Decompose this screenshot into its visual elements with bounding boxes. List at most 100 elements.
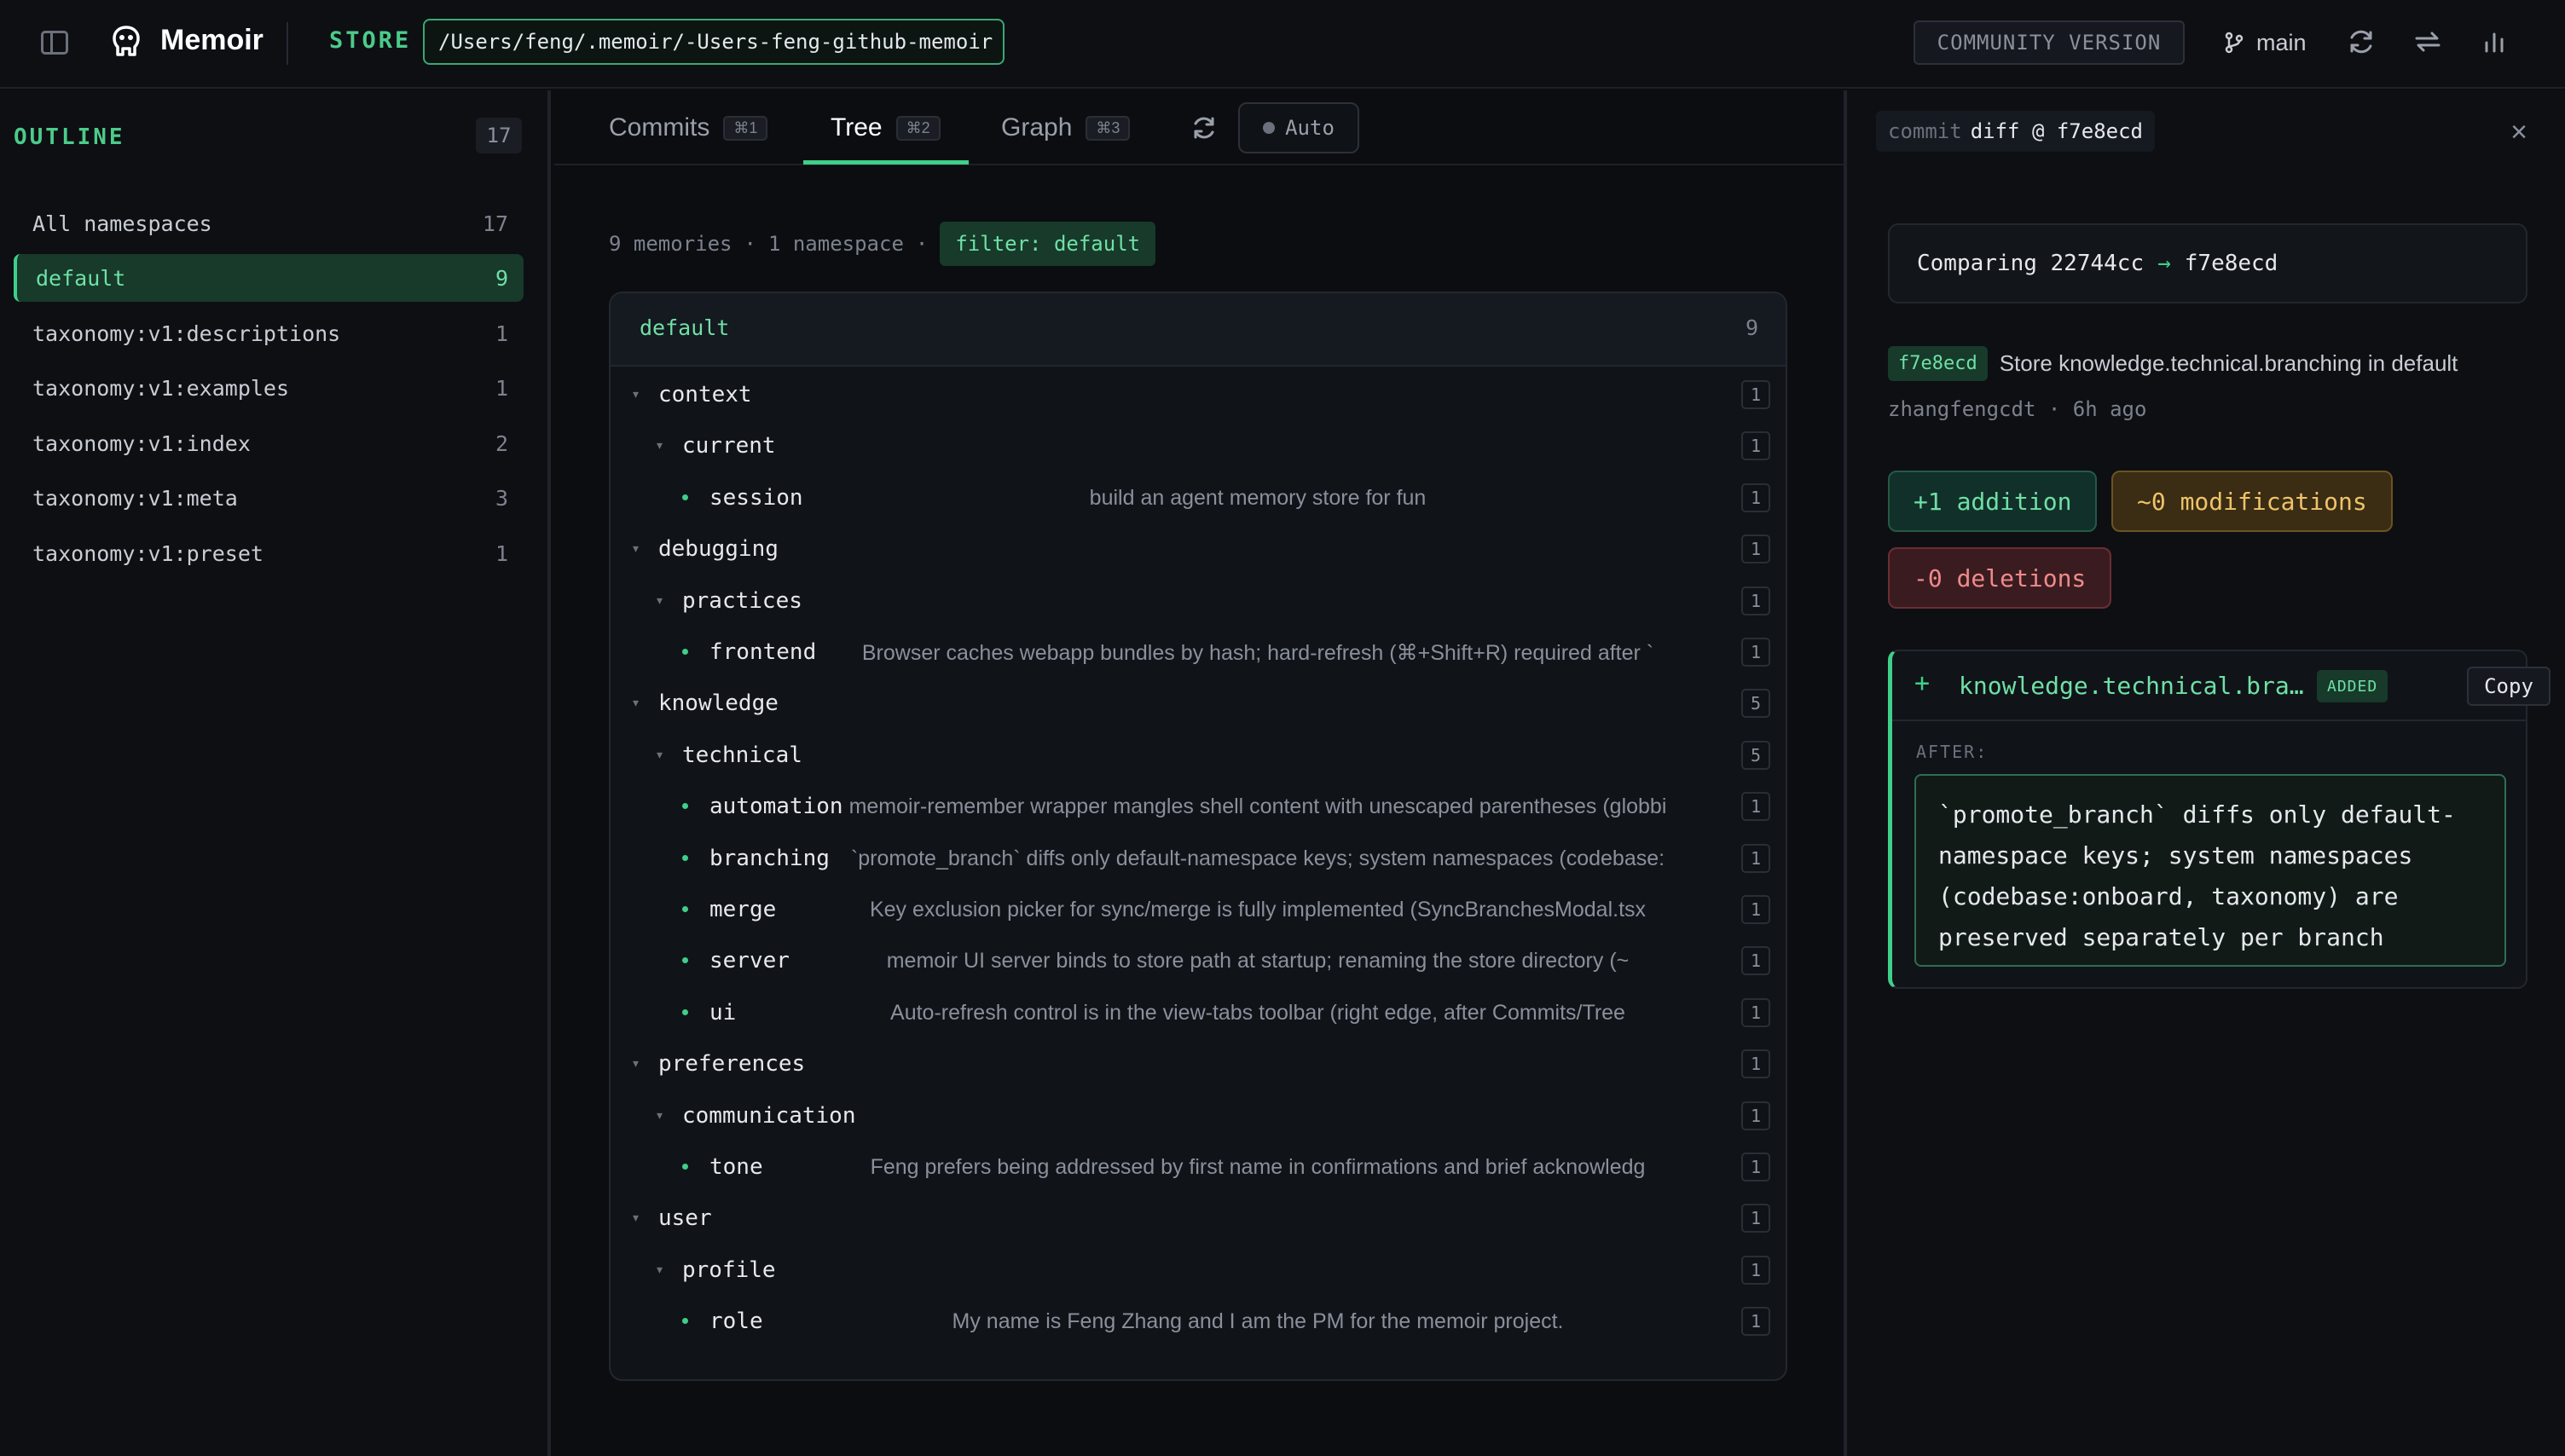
tree-header: default 9 [611, 293, 1786, 367]
change-key: knowledge.technical.branching [1959, 672, 2305, 700]
tree-row[interactable]: ▾ technical 5 [611, 729, 1786, 780]
after-value: `promote_branch` diffs only default-name… [1914, 774, 2506, 967]
chevron-down-icon[interactable]: ▾ [633, 387, 639, 402]
commit-meta: zhangfengcdt · 6h ago [1888, 397, 2147, 421]
tree-row[interactable]: ▾ practices 1 [611, 575, 1786, 626]
tree-node-count: 1 [1741, 946, 1770, 976]
modifications-badge: ~0 modifications [2111, 471, 2393, 532]
view-tabs: Commits ⌘1 Tree ⌘2 Graph ⌘3 Auto [554, 90, 1844, 165]
tree-node-label: communication [682, 1102, 856, 1129]
tree-card: default 9 ▾ context 1 ▾ current 1 session build… [609, 292, 1787, 1381]
namespace-item-examples[interactable]: taxonomy:v1:examples 1 [14, 364, 524, 412]
tree-row[interactable]: ▾ profile 1 [611, 1244, 1786, 1295]
tree-row[interactable]: ▾ preferences 1 [611, 1037, 1786, 1089]
chevron-down-icon[interactable]: ▾ [657, 1108, 663, 1123]
tree-summary: 9 memories · 1 namespace · filter: defau… [609, 222, 1156, 266]
tree-row[interactable]: ▾ context 1 [611, 368, 1786, 419]
tree-node-count: 1 [1741, 482, 1770, 512]
tree-refresh-icon[interactable] [1189, 113, 1219, 143]
tree-row[interactable]: server memoir UI server binds to store pa… [611, 934, 1786, 985]
tree-node-count: 1 [1741, 1204, 1770, 1234]
diff-header: commit diff @ f7e8ecd [1876, 111, 2155, 152]
compare-box: Comparing 22744cc → f7e8ecd [1888, 223, 2527, 303]
tree-row[interactable]: ▾ debugging 1 [611, 523, 1786, 574]
namespace-label: All namespaces [32, 211, 212, 236]
tab-shortcut: ⌘1 [723, 115, 768, 141]
tree-node-description: Auto-refresh control is in the view-tabs… [890, 1000, 1625, 1025]
close-icon[interactable]: × [2510, 116, 2527, 149]
tree-node-description: Feng prefers being addressed by first na… [870, 1155, 1646, 1179]
auto-refresh-toggle[interactable]: Auto [1238, 102, 1359, 153]
chevron-down-icon[interactable]: ▾ [633, 541, 639, 556]
chevron-down-icon[interactable]: ▾ [633, 696, 639, 710]
chevron-down-icon[interactable]: ▾ [633, 1056, 639, 1071]
tree-node-label: technical [682, 742, 802, 768]
store-label: STORE [329, 27, 412, 54]
namespace-item-preset[interactable]: taxonomy:v1:preset 1 [14, 529, 524, 577]
tab-tree[interactable]: Tree ⌘2 [831, 90, 941, 165]
tab-commits[interactable]: Commits ⌘1 [609, 90, 768, 165]
commit-hash[interactable]: f7e8ecd [1888, 346, 1988, 381]
auto-label: Auto [1285, 116, 1335, 140]
tree-row[interactable]: ui Auto-refresh control is in the view-ta… [611, 986, 1786, 1037]
namespace-count: 17 [482, 211, 508, 236]
tab-shortcut: ⌘2 [895, 115, 941, 141]
namespace-count: 2 [495, 430, 508, 456]
namespace-item-descriptions[interactable]: taxonomy:v1:descriptions 1 [14, 309, 524, 357]
sidebar-toggle-icon[interactable] [41, 31, 68, 55]
tree-node-count: 1 [1741, 1153, 1770, 1182]
tree-row[interactable]: ▾ user 1 [611, 1192, 1786, 1243]
filter-chip[interactable]: filter: default [940, 222, 1156, 266]
namespace-count: 1 [495, 375, 508, 401]
tree-row[interactable]: session build an agent memory store for f… [611, 471, 1786, 523]
tree-node-label: preferences [658, 1051, 806, 1078]
tree-node-label: user [658, 1205, 712, 1232]
summary-separator: · [915, 232, 929, 256]
chevron-down-icon[interactable]: ▾ [657, 593, 663, 608]
namespace-label: taxonomy:v1:index [32, 430, 251, 456]
stats-icon[interactable] [2478, 26, 2510, 58]
memoir-logo-icon [113, 26, 140, 56]
outline-total-count: 17 [476, 118, 522, 153]
arrow-right-icon: → [2157, 251, 2171, 276]
refresh-icon[interactable] [2345, 26, 2377, 58]
tree-row[interactable]: merge Key exclusion picker for sync/merge… [611, 883, 1786, 934]
commit-info: f7e8ecd Store knowledge.technical.branch… [1888, 346, 2458, 381]
namespace-item-default[interactable]: default 9 [14, 254, 524, 302]
namespaces-count: 1 namespace [767, 232, 904, 256]
copy-button[interactable]: Copy [2467, 667, 2551, 706]
tree-node-description: Browser caches webapp bundles by hash; h… [861, 641, 1654, 665]
deletions-badge: -0 deletions [1888, 547, 2112, 609]
namespace-item-all[interactable]: All namespaces 17 [14, 199, 524, 247]
sync-icon[interactable] [2412, 26, 2444, 58]
tab-graph[interactable]: Graph ⌘3 [1001, 90, 1131, 165]
tree-row[interactable]: role My name is Feng Zhang and I am the P… [611, 1295, 1786, 1346]
tree-row[interactable]: tone Feng prefers being addressed by firs… [611, 1141, 1786, 1192]
app-name: Memoir [160, 24, 263, 56]
tree-row[interactable]: branching `promote_branch` diffs only def… [611, 832, 1786, 883]
namespace-label: taxonomy:v1:examples [32, 375, 290, 401]
tree-row[interactable]: automation memoir-remember wrapper mangle… [611, 780, 1786, 831]
chevron-down-icon[interactable]: ▾ [657, 1262, 663, 1277]
tree-namespace-title: default [640, 315, 730, 340]
chevron-down-icon[interactable]: ▾ [633, 1210, 639, 1225]
tree-node-count: 1 [1741, 431, 1770, 461]
top-bar: Memoir STORE /Users/feng/.memoir/-Users-… [0, 0, 2565, 89]
tree-node-label: practices [682, 587, 802, 614]
chevron-down-icon[interactable]: ▾ [657, 748, 663, 762]
tree-row[interactable]: frontend Browser caches webapp bundles by… [611, 626, 1786, 677]
namespace-item-meta[interactable]: taxonomy:v1:meta 3 [14, 474, 524, 522]
store-path-input[interactable]: /Users/feng/.memoir/-Users-feng-github-m… [423, 19, 1005, 65]
tree-row[interactable]: ▾ knowledge 5 [611, 677, 1786, 728]
chevron-down-icon[interactable]: ▾ [657, 438, 663, 453]
namespace-count: 3 [495, 485, 508, 511]
tree-node-count: 1 [1741, 792, 1770, 822]
branch-selector[interactable]: main [2222, 26, 2307, 60]
tab-label: Commits [609, 113, 710, 142]
namespace-item-index[interactable]: taxonomy:v1:index 2 [14, 419, 524, 467]
namespace-label: taxonomy:v1:meta [32, 485, 238, 511]
diff-panel: commit diff @ f7e8ecd × Comparing 22744c… [1844, 90, 2565, 1456]
tree-row[interactable]: ▾ current 1 [611, 419, 1786, 471]
tree-row[interactable]: ▾ communication 1 [611, 1089, 1786, 1141]
tree-node-count: 1 [1741, 380, 1770, 409]
